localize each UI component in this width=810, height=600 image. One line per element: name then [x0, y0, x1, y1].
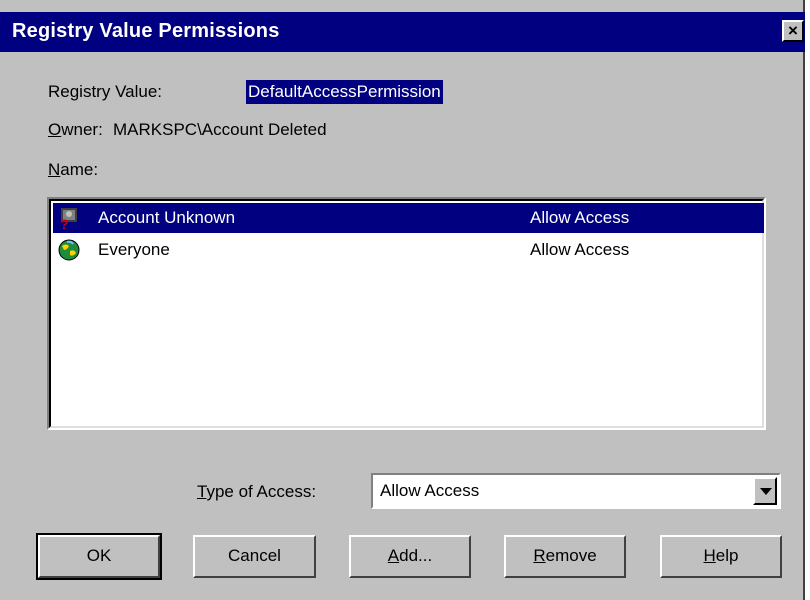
- close-button[interactable]: ×: [782, 20, 804, 42]
- add-label: dd...: [399, 546, 433, 565]
- access-type: Allow Access: [530, 208, 630, 227]
- owner-label-rest: wner:: [61, 120, 103, 139]
- type-of-access-label: Type of Access:: [197, 482, 316, 502]
- svg-text:?: ?: [60, 216, 69, 230]
- window-title: Registry Value Permissions: [12, 20, 280, 42]
- type-of-access-value: Allow Access: [380, 481, 480, 500]
- permissions-list[interactable]: ? Account Unknown Allow Access Everyone …: [47, 197, 766, 430]
- cancel-label: Cancel: [228, 546, 281, 565]
- cancel-button[interactable]: Cancel: [193, 535, 316, 578]
- ok-button[interactable]: OK: [36, 533, 162, 580]
- registry-value-permissions-dialog: Registry Value Permissions × Registry Va…: [0, 0, 805, 600]
- unknown-account-icon: ?: [60, 208, 77, 230]
- owner-label: Owner:: [48, 120, 103, 140]
- add-key: A: [387, 546, 400, 565]
- title-bar[interactable]: Registry Value Permissions ×: [0, 12, 805, 52]
- type-of-access-rest: ype of Access:: [206, 482, 317, 501]
- account-name: Account Unknown: [98, 208, 236, 227]
- account-name: Everyone: [98, 240, 170, 259]
- help-key: H: [703, 546, 716, 565]
- add-button[interactable]: Add...: [349, 535, 471, 578]
- list-item-account-unknown[interactable]: ? Account Unknown Allow Access: [53, 203, 764, 233]
- type-of-access-select[interactable]: Allow Access: [371, 473, 781, 509]
- name-label: Name:: [48, 160, 98, 180]
- remove-button[interactable]: Remove: [504, 535, 626, 578]
- owner-value: MARKSPC\Account Deleted: [113, 120, 327, 139]
- close-icon: ×: [788, 21, 798, 40]
- name-label-key: N: [48, 160, 61, 179]
- ok-label: OK: [86, 546, 112, 565]
- remove-key: R: [533, 546, 546, 565]
- help-label: elp: [715, 546, 739, 565]
- name-label-rest: ame:: [60, 160, 99, 179]
- access-type: Allow Access: [530, 240, 630, 259]
- registry-value-label: Registry Value:: [48, 82, 163, 101]
- globe-icon: [58, 239, 80, 261]
- owner-label-key: O: [48, 120, 62, 139]
- chevron-down-icon[interactable]: [753, 477, 777, 505]
- registry-value-text: DefaultAccessPermission: [246, 80, 443, 104]
- help-button[interactable]: Help: [660, 535, 782, 578]
- remove-label: emove: [545, 546, 597, 565]
- list-item-everyone[interactable]: Everyone Allow Access: [53, 235, 764, 265]
